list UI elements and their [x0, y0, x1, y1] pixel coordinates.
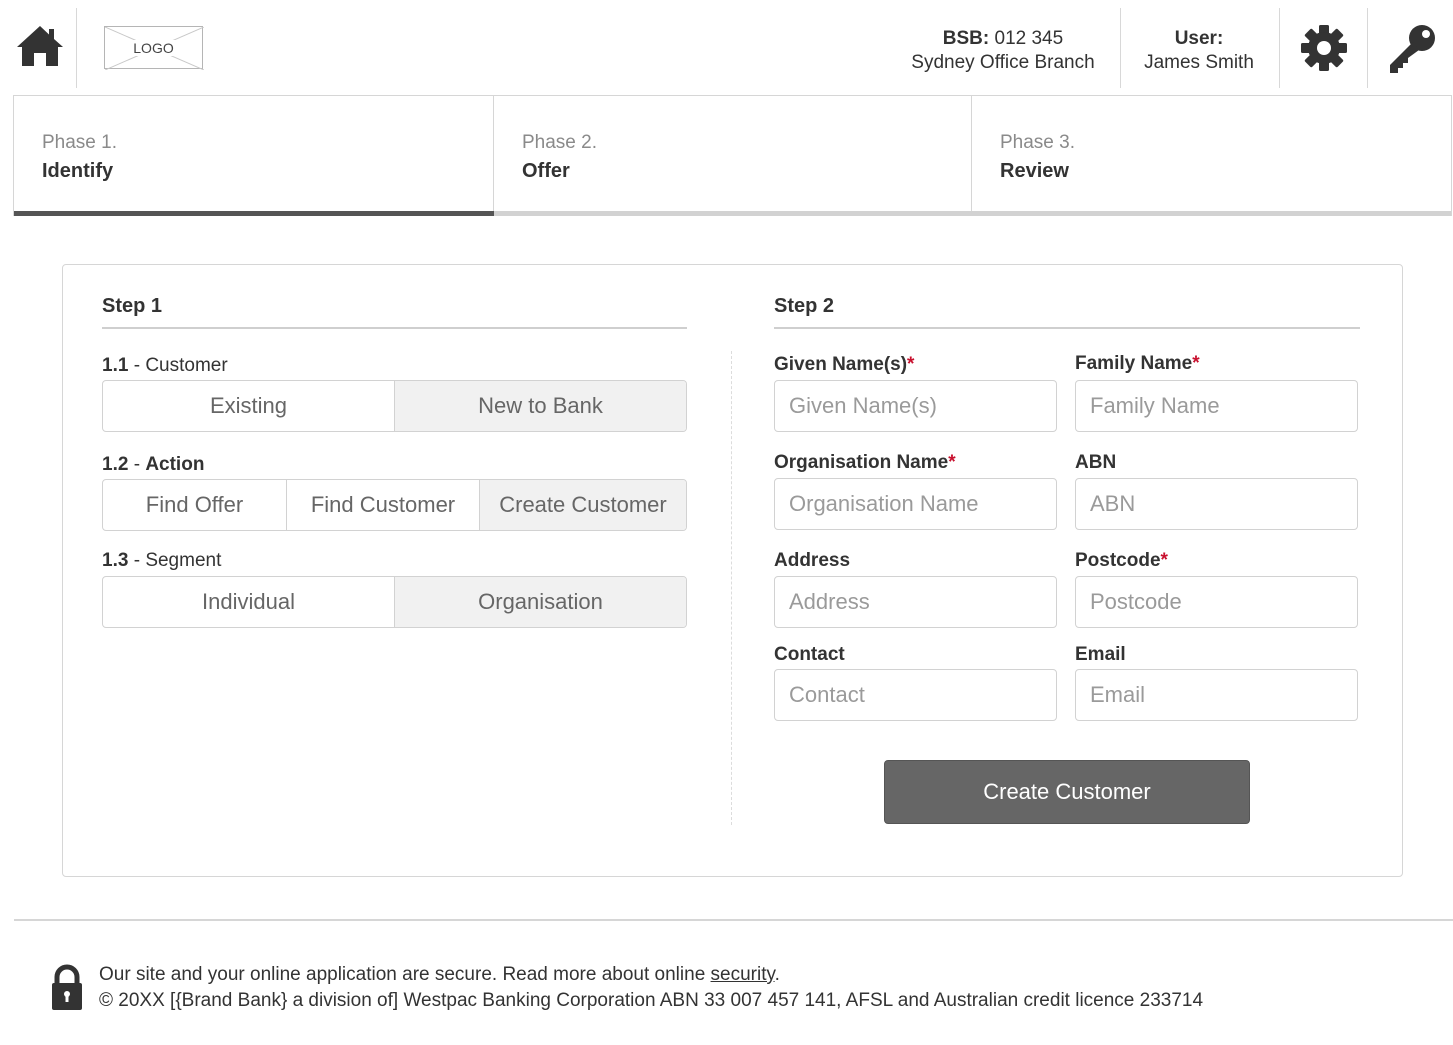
option-organisation[interactable]: Organisation	[394, 577, 686, 627]
action-group-number: 1.2	[102, 454, 129, 475]
phase-title: Identify	[42, 160, 114, 182]
abn-label: ABN	[1075, 452, 1117, 473]
segment-toggle: Individual Organisation	[102, 576, 687, 628]
phase-tabs: Phase 1. Identify Phase 2. Offer Phase 3…	[13, 95, 1452, 216]
required-marker: *	[907, 354, 915, 375]
gear-icon	[1301, 25, 1347, 71]
required-marker: *	[1192, 353, 1200, 374]
bsb-label: BSB:	[942, 28, 990, 49]
required-marker: *	[1160, 550, 1168, 571]
customer-group-number: 1.1	[102, 355, 129, 376]
user-info: User: James Smith	[1124, 27, 1274, 75]
column-divider	[731, 351, 732, 825]
phase-progress-bar	[494, 211, 972, 216]
key-icon	[1390, 25, 1435, 73]
action-group-label: 1.2 - Action	[102, 454, 205, 475]
footer-divider	[14, 919, 1453, 921]
customer-group-label: 1.1 - Customer	[102, 355, 228, 376]
brand-logo: LOGO	[104, 26, 204, 70]
header-divider	[76, 8, 77, 88]
segment-group-number: 1.3	[102, 550, 129, 571]
contact-label: Contact	[774, 644, 845, 665]
option-find-offer[interactable]: Find Offer	[103, 480, 286, 530]
abn-input[interactable]	[1075, 478, 1358, 530]
action-group-name: Action	[145, 454, 205, 475]
create-customer-button[interactable]: Create Customer	[884, 760, 1250, 824]
given-name-input[interactable]	[774, 380, 1057, 432]
postcode-input[interactable]	[1075, 576, 1358, 628]
segment-group-name: Segment	[145, 550, 222, 571]
copyright-text: © 20XX [{Brand Bank} a division of] West…	[99, 990, 1204, 1011]
action-toggle: Find Offer Find Customer Create Customer	[102, 479, 687, 531]
logout-button[interactable]	[1386, 22, 1440, 76]
phase-number: Phase 2.	[522, 132, 597, 153]
header-divider	[1120, 8, 1121, 88]
phase-number: Phase 3.	[1000, 132, 1075, 153]
branch-name: Sydney Office Branch	[911, 52, 1095, 73]
customer-group-name: Customer	[145, 355, 228, 376]
step2-title: Step 2	[774, 295, 835, 317]
required-marker: *	[948, 452, 956, 473]
option-individual[interactable]: Individual	[103, 577, 394, 627]
tab-phase-identify[interactable]: Phase 1. Identify	[14, 96, 494, 216]
lock-icon	[52, 964, 82, 1010]
top-bar: LOGO BSB: 012 345 Sydney Office Branch U…	[0, 0, 1453, 96]
step2-divider	[774, 327, 1360, 329]
header-divider	[1279, 8, 1280, 88]
user-name: James Smith	[1144, 52, 1254, 73]
address-input[interactable]	[774, 576, 1057, 628]
home-button[interactable]	[14, 20, 66, 72]
email-label: Email	[1075, 644, 1126, 665]
tab-phase-review[interactable]: Phase 3. Review	[972, 96, 1451, 216]
footer-text: Our site and your online application are…	[99, 962, 1203, 1014]
logo-text: LOGO	[130, 39, 177, 56]
option-existing[interactable]: Existing	[103, 381, 394, 431]
organisation-name-input[interactable]	[774, 478, 1057, 530]
phase-number: Phase 1.	[42, 132, 117, 153]
security-link[interactable]: security	[711, 964, 775, 985]
step1-title: Step 1	[102, 295, 163, 317]
postcode-label: Postcode*	[1075, 550, 1168, 571]
identify-panel: Step 1 1.1 - Customer Existing New to Ba…	[62, 264, 1403, 877]
secure-notice: Our site and your online application are…	[99, 964, 780, 985]
address-label: Address	[774, 550, 851, 571]
segment-group-label: 1.3 - Segment	[102, 550, 222, 571]
family-name-input[interactable]	[1075, 380, 1358, 432]
family-name-label: Family Name*	[1075, 353, 1200, 374]
email-input[interactable]	[1075, 669, 1358, 721]
user-label: User:	[1174, 28, 1224, 49]
given-name-label: Given Name(s)*	[774, 354, 915, 375]
phase-progress-bar	[14, 211, 494, 216]
organisation-name-label: Organisation Name*	[774, 452, 956, 473]
phase-title: Review	[1000, 160, 1069, 182]
step1-divider	[102, 327, 687, 329]
tab-phase-offer[interactable]: Phase 2. Offer	[494, 96, 972, 216]
option-new-to-bank[interactable]: New to Bank	[394, 381, 686, 431]
header-divider	[1367, 8, 1368, 88]
settings-button[interactable]	[1298, 22, 1350, 74]
home-icon	[17, 26, 63, 66]
bsb-value: 012 345	[994, 28, 1064, 49]
option-find-customer[interactable]: Find Customer	[286, 480, 479, 530]
customer-type-toggle: Existing New to Bank	[102, 380, 687, 432]
contact-input[interactable]	[774, 669, 1057, 721]
phase-progress-bar	[972, 211, 1451, 216]
branch-info: BSB: 012 345 Sydney Office Branch	[900, 27, 1106, 75]
phase-title: Offer	[522, 160, 570, 182]
option-create-customer[interactable]: Create Customer	[479, 480, 686, 530]
